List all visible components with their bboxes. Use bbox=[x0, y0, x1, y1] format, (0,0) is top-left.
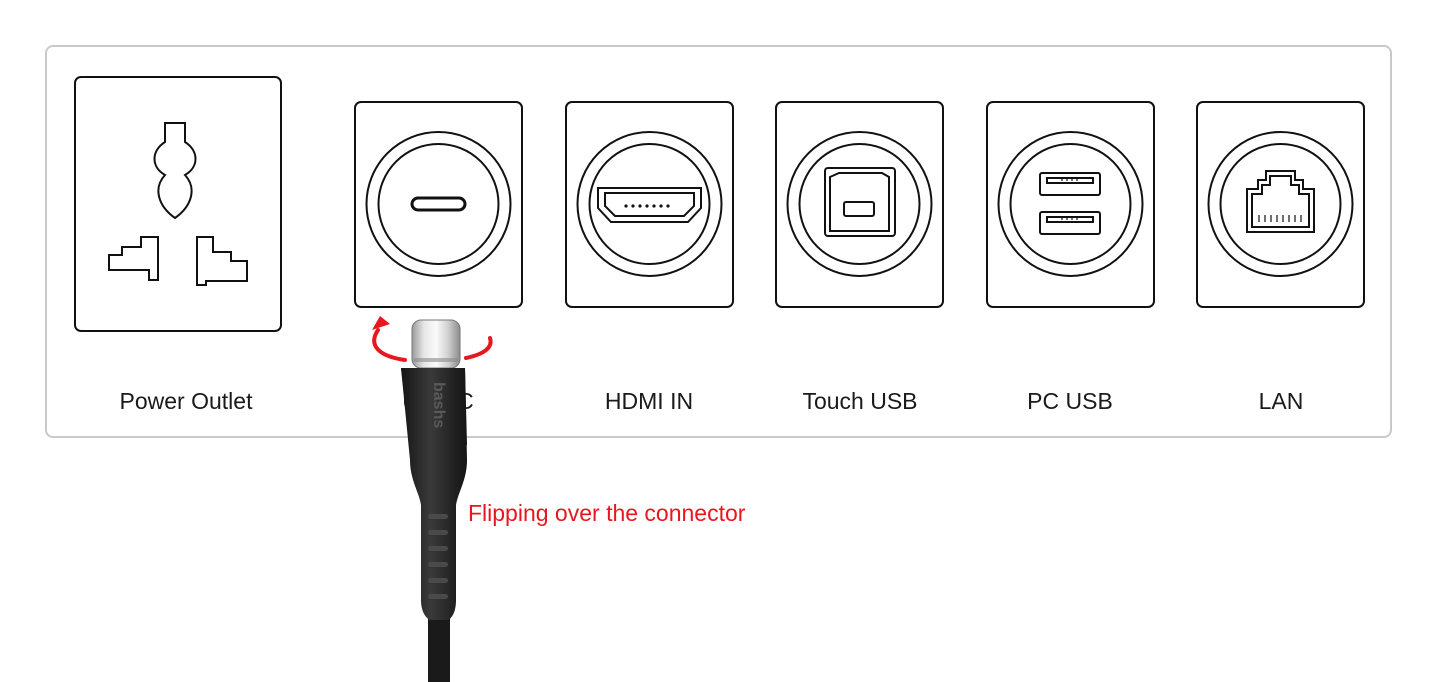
lan-port-icon bbox=[1196, 101, 1365, 308]
usb-c-cable: bashs bbox=[401, 319, 467, 682]
power-outlet-label: Power Outlet bbox=[119, 388, 253, 414]
ports-diagram: bashs bbox=[74, 76, 1365, 682]
hdmi-port-icon bbox=[565, 101, 734, 308]
hdmi-in-label: HDMI IN bbox=[604, 388, 694, 414]
pc-usb-port-icon bbox=[986, 101, 1155, 308]
usb-b-port-icon bbox=[775, 101, 944, 308]
touch-usb-label: Touch USB bbox=[802, 388, 918, 414]
usb-c-port-icon bbox=[354, 101, 523, 308]
lan-label: LAN bbox=[1258, 388, 1304, 414]
flip-annotation: Flipping over the connector bbox=[468, 500, 746, 526]
usb-c-label: USB-C bbox=[402, 388, 474, 414]
pc-usb-label: PC USB bbox=[1027, 388, 1113, 414]
power-outlet-icon bbox=[74, 76, 282, 332]
